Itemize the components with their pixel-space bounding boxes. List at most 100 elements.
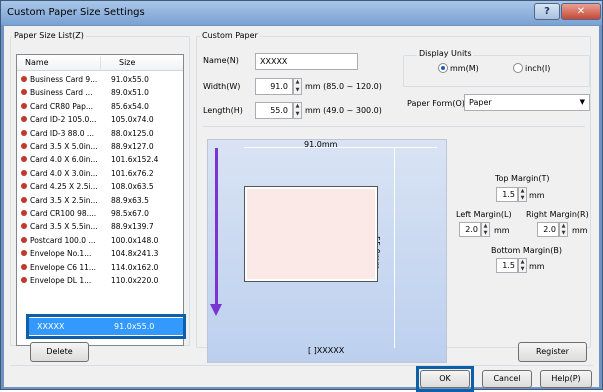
name-input[interactable]: XXXXX: [255, 53, 358, 70]
list-item[interactable]: Card CR100 98.... 98.5x67.0: [20, 208, 182, 219]
paper-status-icon: [21, 102, 27, 109]
paper-status-icon: [21, 223, 27, 230]
paper-status-icon: [21, 277, 27, 283]
separator-line: [202, 126, 585, 127]
bottom-margin-spinner[interactable]: ▲ ▼: [518, 258, 527, 273]
paper-form-select[interactable]: Paper ▼: [464, 94, 590, 111]
list-item-size: 100.0x148.0: [111, 235, 159, 245]
list-item-name: Card 4.0 X 3.0in...: [30, 168, 98, 178]
list-item-size: 85.6x54.0: [111, 101, 149, 111]
length-range: mm (49.0 ~ 300.0): [305, 106, 382, 115]
list-item-size: 114.0x162.0: [111, 262, 159, 272]
spin-down-icon[interactable]: ▼: [519, 266, 526, 273]
column-separator[interactable]: [100, 57, 101, 69]
width-range: mm (85.0 ~ 120.0): [305, 82, 382, 91]
list-item[interactable]: Card 4.25 X 2.5i... 108.0x63.5: [20, 181, 182, 192]
bottom-margin-label: Bottom Margin(B): [491, 246, 562, 255]
width-input[interactable]: 91.0: [255, 78, 293, 95]
right-margin-label: Right Margin(R): [526, 210, 589, 219]
list-item[interactable]: Envelope No.1... 104.8x241.3: [20, 248, 182, 259]
paper-status-icon: [21, 210, 27, 216]
dialog-window: Custom Paper Size Settings ? ✕ Paper Siz…: [0, 0, 603, 392]
paper-size-list[interactable]: Name Size Business Card 9... 91.0x55.0 Bus…: [16, 54, 184, 346]
spin-down-icon[interactable]: ▼: [560, 230, 567, 237]
help-title-button[interactable]: ?: [534, 3, 560, 20]
length-dimension-line: [394, 148, 395, 348]
list-item[interactable]: Card 4.0 X 3.0in... 101.6x76.2: [20, 168, 182, 179]
paper-status-icon: [21, 156, 27, 163]
top-margin-spinner[interactable]: ▲ ▼: [518, 187, 527, 202]
list-item[interactable]: Envelope C6 11... 114.0x162.0: [20, 262, 182, 273]
top-margin-input[interactable]: 1.5: [496, 187, 518, 202]
spin-down-icon[interactable]: ▼: [519, 195, 526, 202]
paper-status-icon: [21, 263, 27, 270]
list-item[interactable]: Postcard 100.0 ... 100.0x148.0: [20, 235, 182, 246]
arrow-down-icon: [210, 304, 222, 316]
list-item[interactable]: Card ID-3 88.0 ... 88.0x125.0: [20, 128, 182, 139]
paper-preview: 91.0mm 55.0mm [ ]XXXXX: [207, 139, 447, 363]
length-spinner[interactable]: ▲ ▼: [293, 102, 302, 119]
help-button[interactable]: Help(P): [540, 370, 592, 388]
list-item-name: Card 3.5 X 2.5in...: [30, 195, 98, 205]
bottom-margin-input[interactable]: 1.5: [496, 258, 518, 273]
list-item-name: Business Card 9...: [30, 75, 98, 84]
list-item[interactable]: Card 3.5 X 2.5in... 88.9x63.5: [20, 195, 182, 206]
list-item-size: 105.0x74.0: [111, 115, 154, 125]
register-button[interactable]: Register: [518, 342, 587, 362]
mm-radio-label[interactable]: mm(M): [450, 64, 479, 73]
preview-width-label: 91.0mm: [304, 140, 338, 149]
close-button[interactable]: ✕: [561, 3, 601, 20]
paper-shape: [244, 186, 378, 282]
spin-up-icon[interactable]: ▲: [294, 103, 301, 111]
delete-button[interactable]: Delete: [30, 342, 89, 362]
paper-status-icon: [21, 143, 27, 149]
list-item-size: 88.9x127.0: [111, 142, 154, 151]
list-item-name: Card 3.5 X 5.0in...: [30, 142, 98, 151]
mm-radio[interactable]: [438, 63, 448, 73]
list-item[interactable]: Business Card 9... 91.0x55.0: [20, 74, 182, 85]
list-item-name: Card ID-3 88.0 ...: [30, 128, 95, 138]
list-item-name: Envelope No.1...: [30, 249, 92, 259]
list-item-size: 98.5x67.0: [111, 209, 149, 218]
list-item[interactable]: Card 3.5 X 5.0in... 88.9x127.0: [20, 141, 182, 152]
list-item[interactable]: Card CR80 Pap... 85.6x54.0: [20, 101, 182, 112]
left-margin-unit: mm: [494, 226, 510, 235]
ok-button-highlight: [416, 366, 474, 392]
list-item-name: Card ID-2 105.0...: [30, 115, 97, 125]
list-item[interactable]: Card ID-2 105.0... 105.0x74.0: [20, 114, 182, 125]
inch-radio-label[interactable]: inch(I): [525, 64, 550, 73]
length-input[interactable]: 55.0: [255, 102, 293, 119]
paper-status-icon: [21, 129, 27, 136]
list-item-name: Envelope DL 1...: [30, 276, 92, 285]
top-margin-unit: mm: [529, 191, 545, 200]
right-margin-unit: mm: [572, 226, 588, 235]
left-margin-spinner[interactable]: ▲ ▼: [481, 222, 490, 237]
list-item[interactable]: Envelope DL 1... 110.0x220.0: [20, 275, 182, 286]
list-item[interactable]: Card 3.5 X 5.5in... 88.9x139.7: [20, 221, 182, 232]
feed-direction-arrow: [215, 148, 218, 308]
spin-down-icon[interactable]: ▼: [294, 111, 301, 119]
inch-radio[interactable]: [513, 63, 523, 73]
window-title: Custom Paper Size Settings: [7, 7, 145, 18]
column-header-size[interactable]: Size: [119, 58, 135, 67]
list-item[interactable]: Card 4.0 X 6.0in... 101.6x152.4: [20, 154, 182, 165]
list-item-name: Envelope C6 11...: [30, 262, 97, 272]
spin-up-icon[interactable]: ▲: [294, 79, 301, 87]
left-margin-input[interactable]: 2.0: [459, 222, 481, 237]
spin-down-icon[interactable]: ▼: [482, 230, 489, 237]
paper-form-value: Paper: [469, 98, 492, 107]
list-item[interactable]: Business Card ... 89.0x51.0: [20, 87, 182, 98]
selected-item-highlight: [26, 314, 186, 339]
column-header-name[interactable]: Name: [25, 58, 49, 67]
chevron-down-icon[interactable]: ▼: [580, 95, 585, 110]
cancel-button[interactable]: Cancel: [482, 370, 532, 388]
display-units-label: Display Units: [417, 49, 474, 59]
right-margin-input[interactable]: 2.0: [537, 222, 559, 237]
right-margin-spinner[interactable]: ▲ ▼: [559, 222, 568, 237]
paper-form-label: Paper Form(O): [407, 99, 465, 108]
title-bar: Custom Paper Size Settings: [1, 1, 602, 25]
paper-status-icon: [21, 236, 27, 243]
spin-down-icon[interactable]: ▼: [294, 87, 301, 95]
list-item-name: Card 4.0 X 6.0in...: [30, 155, 98, 165]
width-spinner[interactable]: ▲ ▼: [293, 78, 302, 95]
